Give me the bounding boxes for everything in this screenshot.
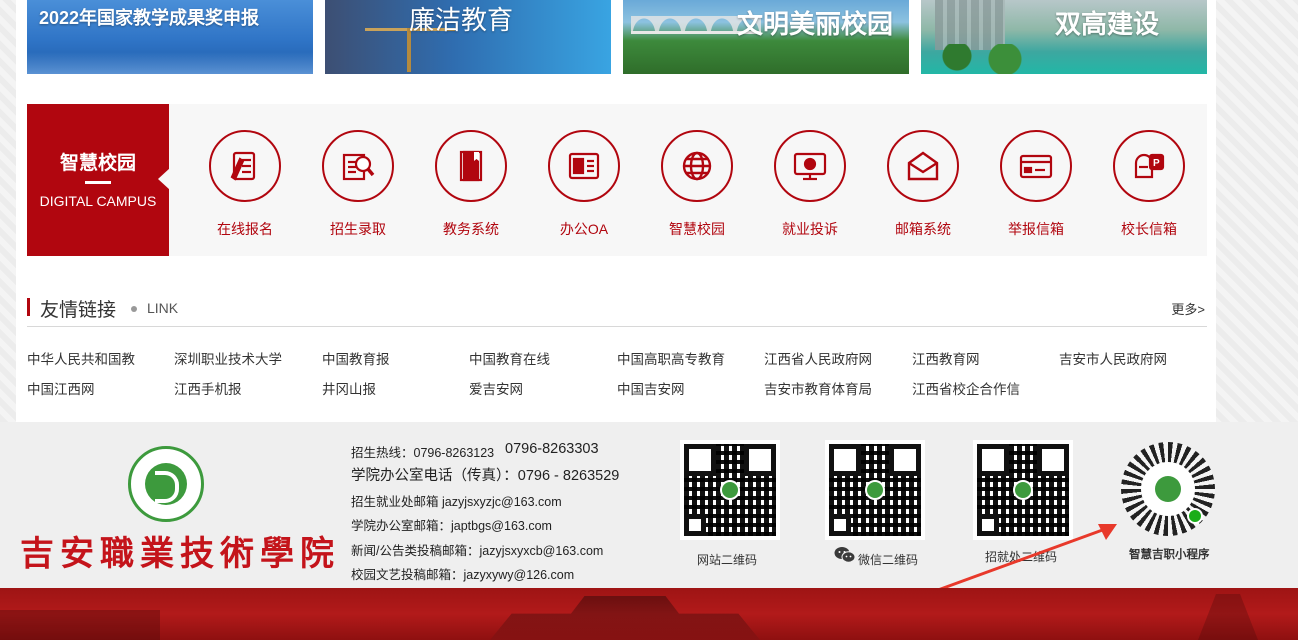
service-label: 邮箱系统 — [895, 221, 951, 237]
digital-campus-title: 智慧校园 — [59, 153, 136, 174]
banner-title: 2022年国家教学成果奖申报 — [39, 8, 260, 28]
service-label: 教务系统 — [443, 221, 499, 237]
office-email: 学院办公室邮箱：japtbgs@163.com — [351, 519, 552, 533]
links-title-en: LINK — [147, 300, 179, 316]
banner-title: 廉洁教育 — [409, 5, 514, 35]
website-qr-code — [680, 440, 780, 540]
service-label: 在线报名 — [217, 221, 273, 237]
service-label: 智慧校园 — [669, 221, 725, 237]
service-label: 校长信箱 — [1121, 221, 1177, 237]
form-pen-icon — [209, 130, 281, 202]
wechat-qr-code — [825, 440, 925, 540]
svg-text:P: P — [1153, 158, 1160, 169]
building-silhouette — [1198, 594, 1258, 640]
more-link[interactable]: 更多> — [1171, 299, 1205, 318]
friend-link[interactable]: 中国高职高专教育 — [617, 348, 725, 368]
friend-link[interactable]: 中国江西网 — [27, 378, 95, 398]
friend-link[interactable]: 吉安市人民政府网 — [1059, 348, 1167, 368]
service-label: 办公OA — [559, 221, 609, 237]
building-image — [935, 0, 1005, 50]
building-silhouette — [0, 610, 160, 640]
qr-label: 智慧吉职小程序 — [1129, 549, 1210, 561]
banner-title: 双高建设 — [1055, 9, 1160, 39]
links-title: 友情链接 — [40, 300, 117, 321]
friend-link[interactable]: 中华人民共和国教 — [27, 348, 135, 368]
wallet-card-icon — [1000, 130, 1072, 202]
school-name: 吉安職業技術學院 — [20, 534, 340, 574]
service-online-registration[interactable]: 在线报名 — [200, 130, 290, 240]
service-president-mailbox[interactable]: P 校长信箱 — [1104, 130, 1194, 240]
book-icon — [435, 130, 507, 202]
banner-teaching-award[interactable]: 2022年国家教学成果奖申报 — [27, 0, 313, 74]
friend-link[interactable]: 深圳职业技术大学 — [174, 348, 282, 368]
friend-link[interactable]: 爱吉安网 — [469, 378, 523, 398]
qr-label: 微信二维码 — [858, 553, 919, 567]
wechat-icon — [834, 547, 856, 563]
globe-icon — [661, 130, 733, 202]
service-email-system[interactable]: 邮箱系统 — [878, 130, 968, 240]
friend-link[interactable]: 中国教育在线 — [469, 348, 550, 368]
id-card-icon — [548, 130, 620, 202]
service-employment-complaint[interactable]: 就业投诉 — [765, 130, 855, 240]
document-search-icon — [322, 130, 394, 202]
divider — [85, 181, 111, 184]
bottom-banner — [0, 588, 1298, 640]
arts-email: 校园文艺投稿邮箱：jazyxywy@126.com — [351, 568, 575, 582]
service-label: 举报信箱 — [1008, 221, 1064, 237]
banner-row: 2022年国家教学成果奖申报 廉洁教育 文明美丽校园 双高建设 — [27, 0, 1207, 74]
friend-link[interactable]: 井冈山报 — [322, 378, 376, 398]
friend-link[interactable]: 中国教育报 — [322, 348, 390, 368]
friend-link[interactable]: 江西省人民政府网 — [764, 348, 872, 368]
friend-link[interactable]: 中国吉安网 — [617, 378, 685, 398]
admission-hotline-2: 0796-8263303 — [505, 441, 599, 457]
banner-integrity-education[interactable]: 廉洁教育 — [325, 0, 611, 74]
admission-email: 招生就业处邮箱 jazyjsxyzjc@163.com — [351, 495, 562, 509]
service-office-oa[interactable]: 办公OA — [539, 130, 629, 240]
friend-link[interactable]: 江西教育网 — [912, 348, 980, 368]
service-report-mailbox[interactable]: 举报信箱 — [991, 130, 1081, 240]
banner-civilized-campus[interactable]: 文明美丽校园 — [623, 0, 909, 74]
service-smart-campus[interactable]: 智慧校园 — [652, 130, 742, 240]
monitor-icon — [774, 130, 846, 202]
banner-decoration — [27, 52, 313, 74]
links-header: 友情链接 LINK 更多> — [27, 295, 1207, 327]
friend-link[interactable]: 吉安市教育体育局 — [764, 378, 872, 398]
qr-label: 网站二维码 — [697, 553, 758, 567]
service-admission[interactable]: 招生录取 — [313, 130, 403, 240]
building-silhouette — [490, 596, 760, 640]
digital-campus-subtitle: DIGITAL CAMPUS — [39, 193, 157, 209]
banner-double-high[interactable]: 双高建设 — [921, 0, 1207, 74]
logo-emblem — [145, 463, 187, 505]
service-label: 招生录取 — [330, 221, 386, 237]
friend-link[interactable]: 江西省校企合作信 — [912, 378, 1020, 398]
friend-link[interactable]: 江西手机报 — [174, 378, 242, 398]
school-logo — [128, 446, 204, 522]
tree-image — [921, 44, 1041, 74]
news-email: 新闻/公告类投稿邮箱：jazyjsxyxcb@163.com — [351, 544, 604, 558]
banner-title: 文明美丽校园 — [737, 9, 894, 39]
mini-program-code — [1121, 442, 1215, 536]
digital-campus-section: 智慧校园 DIGITAL CAMPUS 在线报名 招生录取 教务系统 办公OA … — [27, 104, 1207, 256]
admission-hotline: 招生热线：0796-8263123 — [351, 446, 495, 460]
envelope-icon — [887, 130, 959, 202]
office-phone: 学院办公室电话（传真）：0796 - 8263529 — [351, 468, 620, 484]
service-academic-system[interactable]: 教务系统 — [426, 130, 516, 240]
digital-campus-tag: 智慧校园 DIGITAL CAMPUS — [27, 104, 170, 256]
service-label: 就业投诉 — [782, 221, 838, 237]
section-marker — [27, 298, 30, 316]
mailbox-icon: P — [1113, 130, 1185, 202]
separator-dot — [131, 306, 137, 312]
